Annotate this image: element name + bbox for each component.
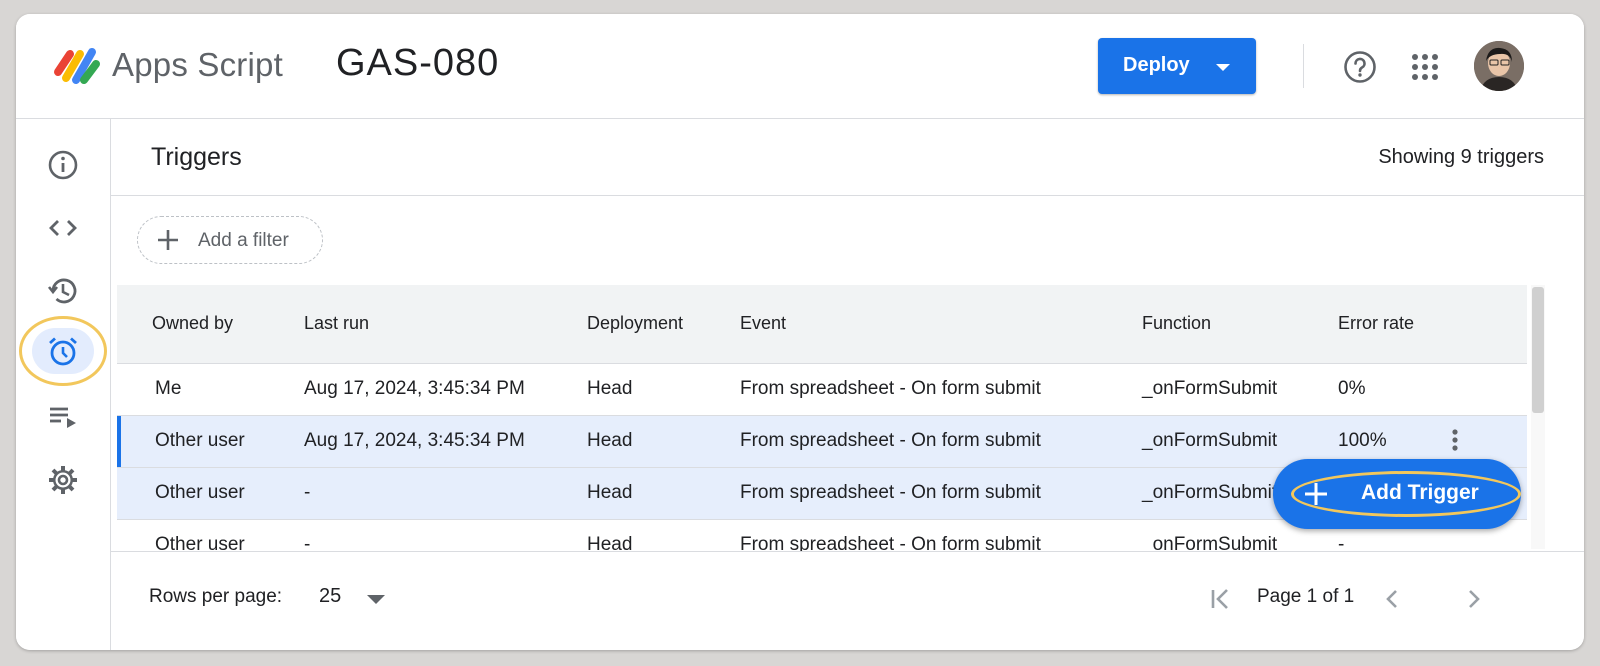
page-indicator: Page 1 of 1 bbox=[1257, 586, 1355, 607]
column-header-owned-by[interactable]: Owned by bbox=[152, 313, 233, 334]
first-page-icon[interactable] bbox=[1208, 586, 1234, 612]
apps-grid-icon[interactable] bbox=[1410, 52, 1440, 82]
sidebar-item-executions[interactable] bbox=[40, 394, 86, 440]
add-filter-button[interactable]: Add a filter bbox=[137, 216, 323, 264]
chevron-down-icon[interactable] bbox=[367, 595, 385, 604]
apps-script-window: Apps Script GAS-080 Deploy Triggers Show… bbox=[16, 14, 1584, 650]
avatar[interactable] bbox=[1474, 41, 1524, 91]
cell-error-rate: 100% bbox=[1338, 430, 1387, 451]
rows-per-page-label: Rows per page: bbox=[149, 586, 283, 607]
cell-deployment: Head bbox=[587, 482, 633, 503]
add-trigger-button[interactable]: Add Trigger bbox=[1273, 459, 1521, 529]
cell-last-run: Aug 17, 2024, 3:45:34 PM bbox=[304, 378, 525, 399]
sidebar-item-triggers[interactable] bbox=[40, 328, 86, 374]
deploy-button[interactable]: Deploy bbox=[1098, 38, 1256, 94]
table-scrollbar-thumb[interactable] bbox=[1532, 287, 1544, 413]
cell-event: From spreadsheet - On form submit bbox=[740, 430, 1041, 451]
page-title-bar: Triggers Showing 9 triggers bbox=[111, 119, 1584, 196]
cell-function: _onFormSubmit bbox=[1142, 482, 1278, 503]
table-row[interactable]: Me Aug 17, 2024, 3:45:34 PM Head From sp… bbox=[117, 364, 1527, 416]
rows-per-page-select[interactable]: 25 bbox=[319, 585, 341, 608]
trigger-count: Showing 9 triggers bbox=[1378, 146, 1544, 168]
cell-event: From spreadsheet - On form submit bbox=[740, 482, 1041, 503]
cell-event: From spreadsheet - On form submit bbox=[740, 534, 1041, 551]
code-icon bbox=[49, 220, 77, 236]
cell-function: _onFormSubmit bbox=[1142, 430, 1278, 451]
column-header-function[interactable]: Function bbox=[1142, 313, 1211, 334]
column-header-last-run[interactable]: Last run bbox=[304, 313, 369, 334]
sidebar-item-settings[interactable] bbox=[40, 457, 86, 503]
column-header-event[interactable]: Event bbox=[740, 313, 786, 334]
chevron-right-icon[interactable] bbox=[1461, 586, 1487, 612]
page-title: Triggers bbox=[151, 143, 242, 171]
top-bar: Apps Script GAS-080 Deploy bbox=[16, 14, 1584, 119]
cell-last-run: Aug 17, 2024, 3:45:34 PM bbox=[304, 430, 525, 451]
info-icon bbox=[48, 150, 78, 180]
chevron-down-icon bbox=[1216, 64, 1230, 71]
sidebar-item-history[interactable] bbox=[40, 268, 86, 314]
column-header-deployment[interactable]: Deployment bbox=[587, 313, 683, 334]
apps-script-logo-icon[interactable] bbox=[50, 42, 102, 86]
gear-icon bbox=[49, 466, 77, 494]
add-filter-label: Add a filter bbox=[198, 230, 289, 251]
more-vert-icon[interactable] bbox=[1452, 429, 1458, 451]
sidebar-item-editor[interactable] bbox=[40, 205, 86, 251]
cell-last-run: - bbox=[304, 534, 311, 551]
cell-owner: Other user bbox=[155, 534, 245, 551]
cell-last-run: - bbox=[304, 482, 311, 503]
avatar-image bbox=[1474, 41, 1524, 91]
project-name[interactable]: GAS-080 bbox=[336, 42, 499, 85]
column-header-error-rate[interactable]: Error rate bbox=[1338, 313, 1414, 334]
app-name: Apps Script bbox=[112, 46, 283, 83]
cell-deployment: Head bbox=[587, 430, 633, 451]
deploy-label: Deploy bbox=[1123, 54, 1190, 76]
table-header: Owned by Last run Deployment Event Funct… bbox=[117, 285, 1527, 364]
left-nav bbox=[16, 119, 111, 650]
playlist-play-icon bbox=[50, 407, 76, 428]
table-footer: Rows per page: 25 Page 1 of 1 bbox=[111, 551, 1584, 650]
cell-error-rate: 0% bbox=[1338, 378, 1366, 399]
cell-deployment: Head bbox=[587, 534, 633, 551]
history-icon bbox=[47, 278, 77, 304]
cell-error-rate: - bbox=[1338, 534, 1345, 551]
cell-owner: Other user bbox=[155, 482, 245, 503]
add-trigger-label: Add Trigger bbox=[1361, 481, 1479, 504]
cell-event: From spreadsheet - On form submit bbox=[740, 378, 1041, 399]
chevron-left-icon[interactable] bbox=[1379, 586, 1405, 612]
sidebar-item-overview[interactable] bbox=[40, 142, 86, 188]
header-divider bbox=[1303, 44, 1304, 88]
cell-function: _onFormSubmit bbox=[1142, 378, 1278, 399]
cell-deployment: Head bbox=[587, 378, 633, 399]
plus-icon bbox=[158, 230, 178, 250]
triggers-panel: Triggers Showing 9 triggers Add a filter… bbox=[111, 119, 1584, 650]
help-icon[interactable] bbox=[1343, 50, 1377, 84]
plus-icon bbox=[1305, 483, 1327, 505]
cell-function: _onFormSubmit bbox=[1142, 534, 1278, 551]
cell-owner: Me bbox=[155, 378, 182, 399]
cell-owner: Other user bbox=[155, 430, 245, 451]
alarm-clock-icon bbox=[49, 337, 77, 366]
